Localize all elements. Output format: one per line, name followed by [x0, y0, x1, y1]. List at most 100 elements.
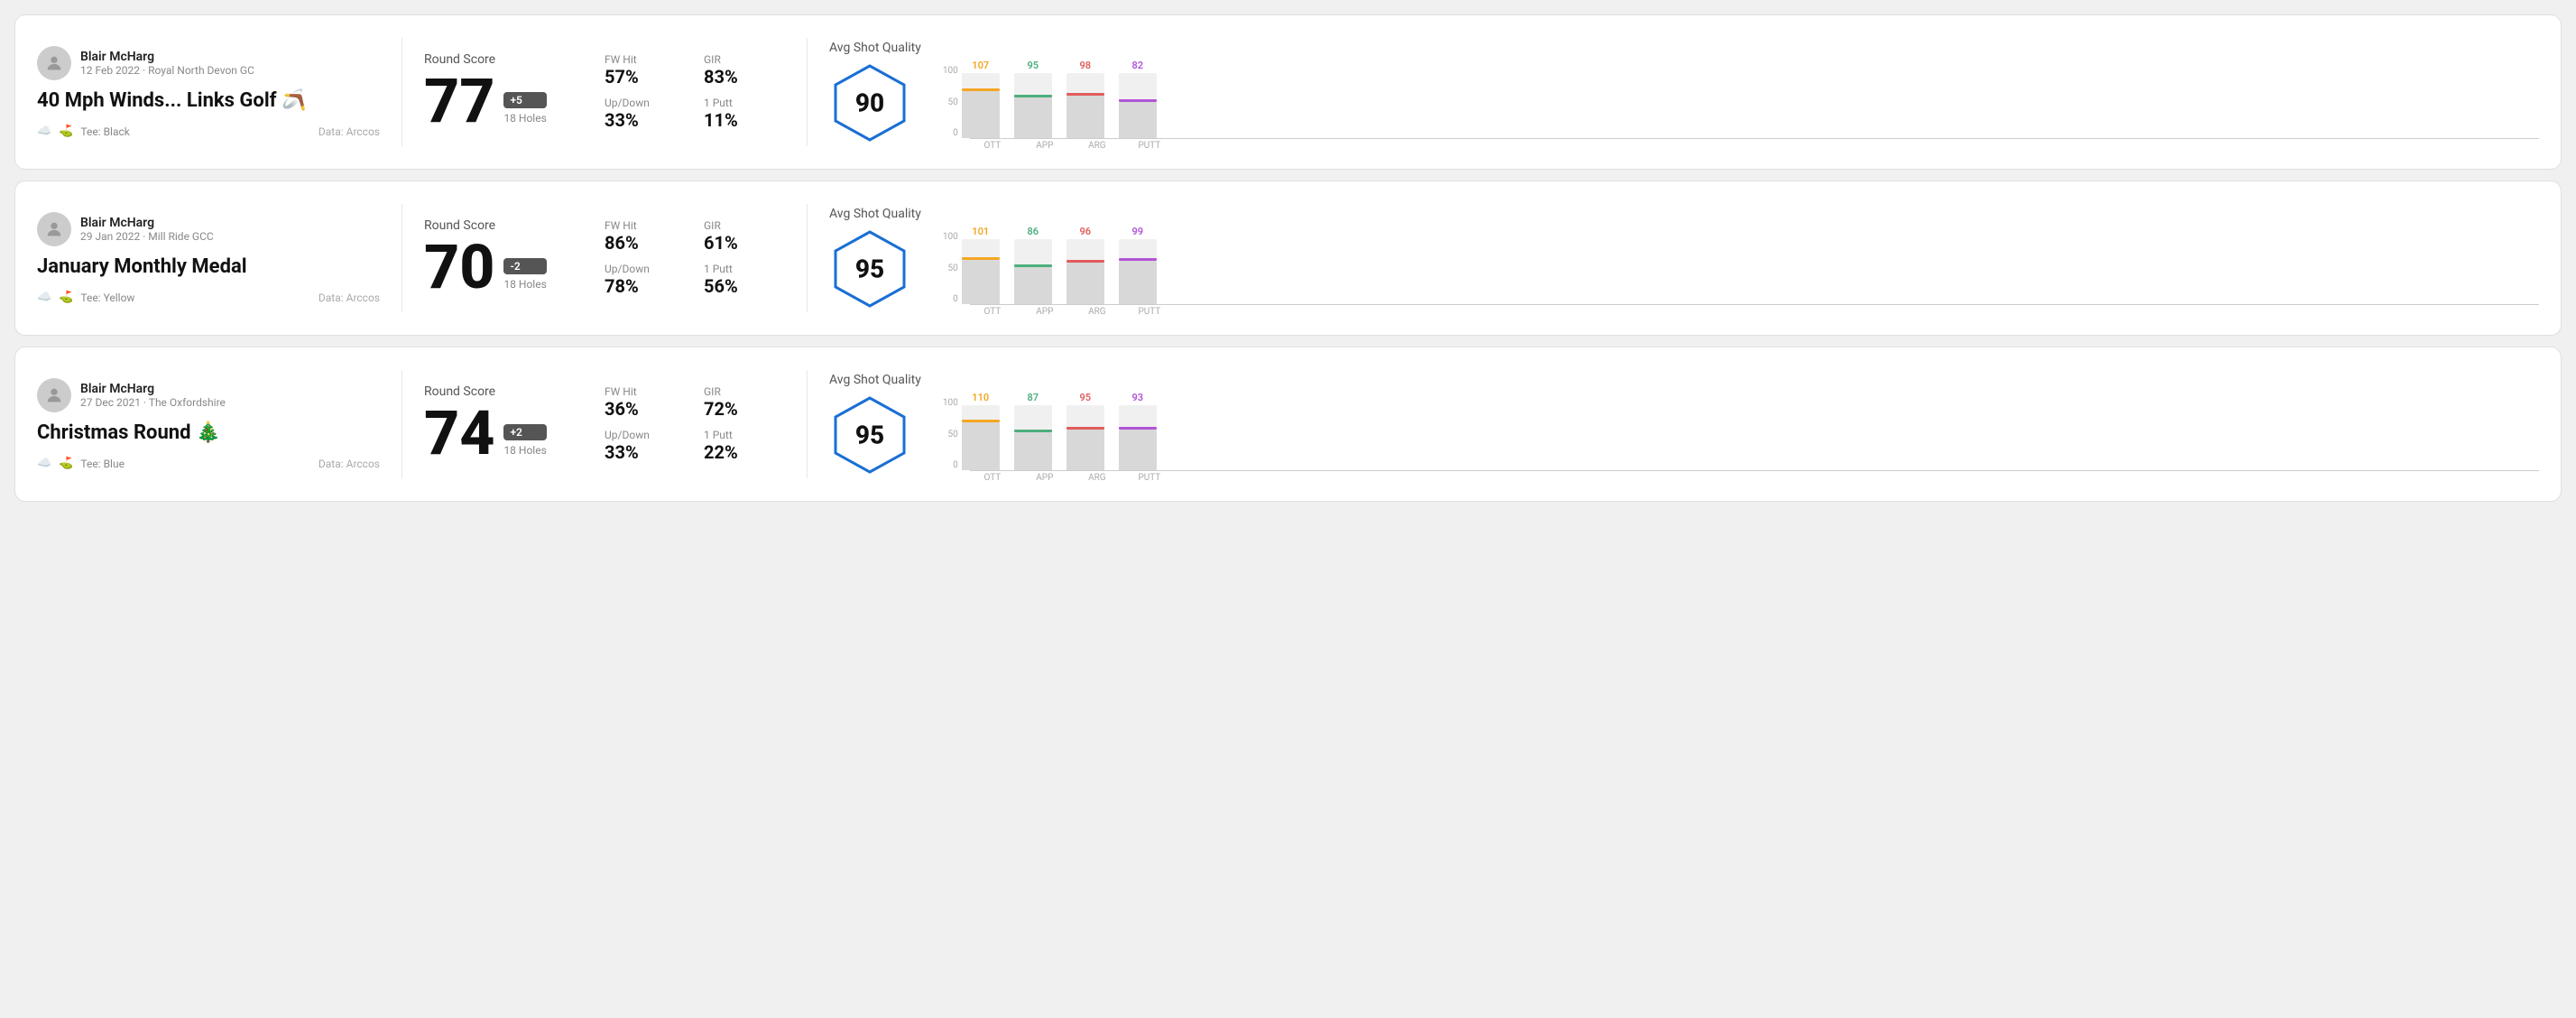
weather-icon: ☁️ — [37, 125, 51, 138]
tee-info: ☁️⛳Tee: Black — [37, 125, 130, 138]
round-title[interactable]: Christmas Round 🎄 — [37, 421, 380, 444]
weather-icon: ☁️ — [37, 457, 51, 470]
bar-fill — [1014, 267, 1052, 304]
score-section: Round Score74+218 Holes — [424, 384, 605, 464]
hex-score: 95 — [855, 421, 884, 450]
bar-group-arg: 95 — [1066, 392, 1104, 470]
stat-fwhit: FW Hit57% — [605, 53, 686, 88]
bar-group-ott: 107 — [962, 60, 1000, 138]
bar-value: 96 — [1079, 226, 1091, 237]
bar-group-app: 86 — [1014, 226, 1052, 304]
quality-section: Avg Shot Quality 90100500107959882OTTAPP… — [829, 33, 2539, 151]
y-axis-label: 100 — [943, 398, 958, 408]
y-axis-label: 50 — [947, 97, 957, 107]
score-holes: 18 Holes — [503, 444, 546, 457]
tee-info: ☁️⛳Tee: Blue — [37, 457, 125, 470]
stat-label: Up/Down — [605, 263, 686, 275]
bar-line — [962, 257, 1000, 260]
stat-value: 22% — [704, 441, 785, 463]
user-row: Blair McHarg12 Feb 2022 · Royal North De… — [37, 46, 380, 80]
bar-fill — [962, 422, 1000, 470]
stat-label: GIR — [704, 385, 785, 398]
stat-1putt: 1 Putt11% — [704, 97, 785, 131]
avatar — [37, 46, 71, 80]
stat-label: FW Hit — [605, 219, 686, 232]
stats-grid: FW Hit86%GIR61%Up/Down78%1 Putt56% — [605, 219, 785, 297]
score-row: 74+218 Holes — [424, 403, 605, 464]
bar-fill — [1014, 432, 1052, 470]
quality-section: Avg Shot Quality 95100500110879593OTTAPP… — [829, 366, 2539, 483]
y-axis-label: 100 — [943, 232, 958, 242]
y-axis: 100500 — [943, 398, 962, 470]
x-axis-line — [970, 138, 2539, 139]
stat-value: 56% — [704, 275, 785, 297]
bar-wrapper — [1066, 405, 1104, 470]
bar-group-putt: 82 — [1119, 60, 1157, 138]
score-holes: 18 Holes — [503, 278, 546, 291]
stats-grid: FW Hit36%GIR72%Up/Down33%1 Putt22% — [605, 385, 785, 463]
bar-wrapper — [1119, 73, 1157, 138]
tee-row: ☁️⛳Tee: BlackData: Arccos — [37, 125, 380, 138]
data-source: Data: Arccos — [319, 458, 380, 470]
bar-value: 101 — [972, 226, 989, 237]
score-number: 77 — [424, 70, 494, 132]
score-badge: -2 — [503, 258, 546, 274]
bar-wrapper — [1014, 405, 1052, 470]
stat-value: 72% — [704, 398, 785, 420]
stat-1putt: 1 Putt22% — [704, 429, 785, 463]
round-card-round1: Blair McHarg12 Feb 2022 · Royal North De… — [14, 14, 2562, 170]
stat-label: 1 Putt — [704, 263, 785, 275]
score-row: 70-218 Holes — [424, 236, 605, 298]
quality-section: Avg Shot Quality 95100500101869699OTTAPP… — [829, 199, 2539, 317]
bar-value: 87 — [1027, 392, 1039, 403]
x-axis-label: OTT — [974, 141, 1011, 151]
round-card-round2: Blair McHarg29 Jan 2022 · Mill Ride GCCJ… — [14, 180, 2562, 336]
stat-label: Up/Down — [605, 429, 686, 441]
round-card-round3: Blair McHarg27 Dec 2021 · The Oxfordshir… — [14, 347, 2562, 502]
bar-fill — [962, 260, 1000, 304]
x-axis-label: ARG — [1078, 473, 1116, 483]
quality-label: Avg Shot Quality — [829, 41, 921, 55]
stat-up/down: Up/Down33% — [605, 97, 686, 131]
x-axis-labels: OTTAPPARGPUTT — [974, 141, 2539, 151]
bar-line — [1066, 427, 1104, 430]
hex-score: 95 — [855, 255, 884, 284]
bars-row: 100500107959882 — [943, 60, 2539, 138]
card-left-section: Blair McHarg29 Jan 2022 · Mill Ride GCCJ… — [37, 212, 380, 304]
stat-fwhit: FW Hit86% — [605, 219, 686, 254]
bar-chart: 100500101869699OTTAPPARGPUTT — [943, 199, 2539, 317]
bar-wrapper — [962, 405, 1000, 470]
score-number: 74 — [424, 403, 494, 464]
x-axis-label: OTT — [974, 307, 1011, 317]
bar-wrapper — [962, 239, 1000, 304]
bars-row: 100500110879593 — [943, 392, 2539, 470]
x-axis-line — [970, 470, 2539, 471]
x-axis-label: APP — [1026, 307, 1064, 317]
stat-label: 1 Putt — [704, 97, 785, 109]
round-title[interactable]: January Monthly Medal — [37, 255, 380, 278]
bar-fill — [1014, 97, 1052, 138]
score-holes: 18 Holes — [503, 112, 546, 125]
bar-fill — [1066, 96, 1104, 138]
bar-wrapper — [1014, 239, 1052, 304]
stats-section: FW Hit86%GIR61%Up/Down78%1 Putt56% — [605, 219, 785, 297]
bar-value: 99 — [1131, 226, 1143, 237]
bar-value: 86 — [1027, 226, 1039, 237]
tee-info: ☁️⛳Tee: Yellow — [37, 291, 134, 304]
bar-line — [962, 420, 1000, 422]
bar-value: 95 — [1027, 60, 1039, 71]
bar-value: 82 — [1131, 60, 1143, 71]
y-axis-label: 100 — [943, 66, 958, 76]
bars-row: 100500101869699 — [943, 226, 2539, 304]
bar-wrapper — [1066, 73, 1104, 138]
hex-container: 90 — [829, 62, 910, 143]
bar-wrapper — [1066, 239, 1104, 304]
stat-value: 61% — [704, 232, 785, 254]
tee-icon: ⛳ — [59, 457, 73, 470]
stat-value: 33% — [605, 109, 686, 131]
round-title[interactable]: 40 Mph Winds... Links Golf 🪃 — [37, 89, 380, 112]
bar-line — [1066, 260, 1104, 263]
bar-group-app: 87 — [1014, 392, 1052, 470]
data-source: Data: Arccos — [319, 292, 380, 304]
bar-line — [962, 88, 1000, 91]
